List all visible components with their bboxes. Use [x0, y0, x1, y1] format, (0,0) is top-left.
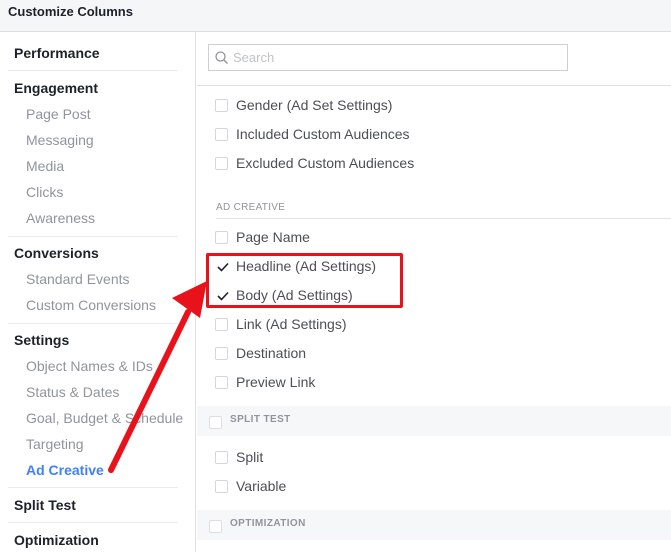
sidebar-divider: [8, 70, 178, 71]
sidebar-divider: [8, 323, 178, 324]
section-label-ad-creative: AD CREATIVE: [216, 202, 286, 213]
checkbox[interactable]: [215, 479, 228, 493]
column-option-label: Gender (Ad Set Settings): [236, 97, 393, 113]
sidebar-item-targeting[interactable]: Targeting: [26, 436, 84, 452]
column-option-gender[interactable]: Gender (Ad Set Settings): [215, 95, 392, 115]
column-option-label: Preview Link: [236, 374, 316, 390]
dialog-header: Customize Columns: [0, 0, 671, 32]
search-divider: [197, 85, 671, 86]
sidebar-group-conversions[interactable]: Conversions: [14, 245, 99, 261]
column-option-label: Included Custom Audiences: [236, 126, 410, 142]
sidebar-divider: [8, 236, 178, 237]
column-option-excluded-custom-audiences[interactable]: Excluded Custom Audiences: [215, 153, 414, 173]
category-sidebar: Performance Engagement Page Post Messagi…: [0, 32, 196, 552]
column-option-destination[interactable]: Destination: [215, 343, 306, 363]
column-option-label: Page Name: [236, 229, 310, 245]
group-header-optimization[interactable]: OPTIMIZATION: [197, 510, 671, 540]
sidebar-item-page-post[interactable]: Page Post: [26, 106, 91, 122]
checkbox[interactable]: [215, 317, 228, 331]
sidebar-item-media[interactable]: Media: [26, 158, 64, 174]
sidebar-item-goal-budget-schedule[interactable]: Goal, Budget & Schedule: [26, 410, 183, 426]
column-option-link[interactable]: Link (Ad Settings): [215, 314, 347, 334]
checkbox[interactable]: [215, 375, 228, 389]
checkbox-checked[interactable]: [215, 259, 229, 273]
group-header-split-test[interactable]: SPLIT TEST: [197, 406, 671, 436]
sidebar-divider: [8, 522, 178, 523]
column-option-page-name[interactable]: Page Name: [215, 227, 310, 247]
checkbox[interactable]: [215, 346, 228, 360]
search-input[interactable]: [233, 48, 553, 67]
column-option-headline[interactable]: Headline (Ad Settings): [215, 256, 376, 276]
checkbox[interactable]: [215, 230, 228, 244]
checkmark-icon: [217, 291, 229, 301]
sidebar-divider: [8, 487, 178, 488]
column-option-label: Link (Ad Settings): [236, 316, 347, 332]
checkbox-checked[interactable]: [215, 288, 229, 302]
dialog-title: Customize Columns: [8, 4, 133, 19]
column-option-split[interactable]: Split: [215, 447, 263, 467]
sidebar-group-split-test[interactable]: Split Test: [14, 497, 76, 513]
sidebar-group-engagement[interactable]: Engagement: [14, 80, 98, 96]
sidebar-item-awareness[interactable]: Awareness: [26, 210, 95, 226]
sidebar-group-performance[interactable]: Performance: [14, 45, 100, 61]
column-option-body[interactable]: Body (Ad Settings): [215, 285, 353, 305]
checkmark-icon: [217, 262, 229, 272]
sidebar-group-optimization[interactable]: Optimization: [14, 532, 99, 548]
column-option-label: Excluded Custom Audiences: [236, 155, 415, 171]
sidebar-item-clicks[interactable]: Clicks: [26, 184, 63, 200]
search-icon: [215, 51, 228, 64]
column-option-variable[interactable]: Variable: [215, 476, 286, 496]
column-option-label: Body (Ad Settings): [236, 287, 353, 303]
search-bar[interactable]: [208, 44, 568, 71]
sidebar-group-settings[interactable]: Settings: [14, 332, 69, 348]
section-divider: [216, 218, 671, 219]
checkbox-select-all[interactable]: [209, 416, 222, 429]
checkbox[interactable]: [215, 156, 228, 170]
checkbox-select-all[interactable]: [209, 520, 222, 533]
checkbox[interactable]: [215, 450, 228, 464]
sidebar-item-ad-creative[interactable]: Ad Creative: [26, 462, 104, 478]
sidebar-item-standard-events[interactable]: Standard Events: [26, 271, 130, 287]
columns-panel: Gender (Ad Set Settings) Included Custom…: [197, 32, 671, 552]
column-option-label: Destination: [236, 345, 307, 361]
sidebar-item-custom-conversions[interactable]: Custom Conversions: [26, 297, 156, 313]
column-option-preview-link[interactable]: Preview Link: [215, 372, 315, 392]
column-option-label: Headline (Ad Settings): [236, 258, 377, 274]
group-header-label: SPLIT TEST: [230, 414, 291, 425]
column-option-included-custom-audiences[interactable]: Included Custom Audiences: [215, 124, 410, 144]
group-header-label: OPTIMIZATION: [230, 518, 306, 529]
sidebar-item-messaging[interactable]: Messaging: [26, 132, 94, 148]
sidebar-item-object-names-ids[interactable]: Object Names & IDs: [26, 358, 153, 374]
checkbox[interactable]: [215, 98, 228, 112]
sidebar-item-status-dates[interactable]: Status & Dates: [26, 384, 119, 400]
column-option-label: Variable: [236, 478, 287, 494]
checkbox[interactable]: [215, 127, 228, 141]
column-option-label: Split: [236, 449, 264, 465]
